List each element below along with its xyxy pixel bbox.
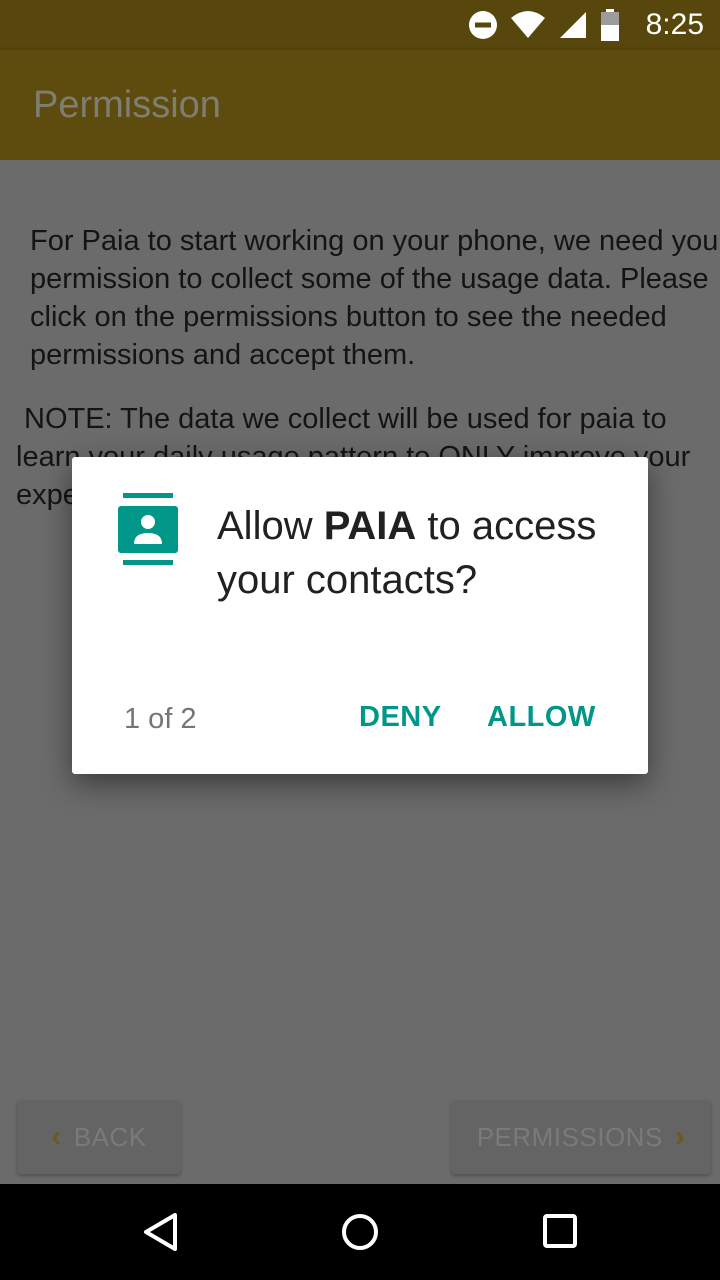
navigation-bar	[0, 1184, 720, 1280]
status-bar: 8:25	[0, 0, 720, 50]
permissions-button[interactable]: PERMISSIONS ›	[451, 1100, 711, 1174]
recents-square-icon[interactable]	[542, 1212, 578, 1253]
contacts-icon	[118, 493, 178, 570]
intro-text: For Paia to start working on your phone,…	[30, 225, 720, 371]
wifi-icon	[510, 10, 546, 40]
battery-icon	[600, 9, 620, 41]
do-not-disturb-icon	[468, 10, 498, 40]
back-triangle-icon[interactable]	[142, 1212, 178, 1257]
app-bar: Permission	[0, 50, 720, 160]
status-icons: 8:25	[468, 6, 704, 44]
allow-button[interactable]: ALLOW	[487, 701, 596, 734]
status-time: 8:25	[645, 8, 704, 41]
dialog-message: Allow PAIA to access your contacts?	[217, 499, 617, 607]
back-button[interactable]: ‹ BACK	[17, 1100, 181, 1174]
permissions-button-label: PERMISSIONS	[476, 1121, 663, 1152]
home-circle-icon[interactable]	[340, 1212, 380, 1257]
page-title: Permission	[33, 84, 221, 126]
chevron-right-icon: ›	[674, 1120, 686, 1153]
back-button-label: BACK	[73, 1121, 147, 1152]
permission-dialog: Allow PAIA to access your contacts? 1 of…	[72, 457, 648, 774]
deny-button[interactable]: DENY	[359, 701, 442, 734]
dialog-app-name: PAIA	[323, 504, 417, 548]
dialog-message-prefix: Allow	[217, 504, 324, 548]
cell-signal-icon	[558, 10, 588, 40]
chevron-left-icon: ‹	[51, 1120, 62, 1153]
permission-counter: 1 of 2	[124, 703, 197, 735]
